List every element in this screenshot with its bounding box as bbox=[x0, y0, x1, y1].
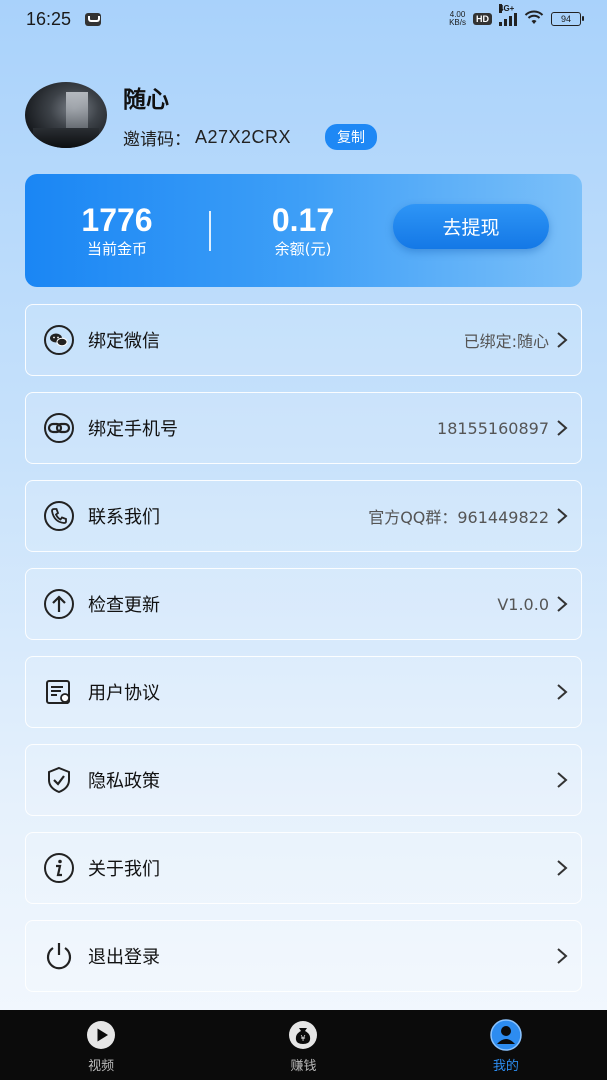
wifi-icon bbox=[524, 9, 544, 29]
chevron-right-icon bbox=[555, 331, 569, 349]
balance-label: 余额(元) bbox=[274, 240, 332, 258]
nav-label: 赚钱 bbox=[290, 1059, 317, 1074]
network-speed-unit: KB/s bbox=[449, 18, 466, 27]
menu-item-bind-phone[interactable]: 绑定手机号 18155160897 bbox=[25, 392, 582, 464]
status-bar: 16:25 4.00 KB/s HD 4G+ 94 bbox=[0, 0, 607, 38]
balance-value: 0.17 bbox=[271, 202, 335, 238]
menu-label: 绑定手机号 bbox=[88, 419, 178, 440]
menu-value: 官方QQ群：961449822 bbox=[368, 508, 549, 527]
user-icon bbox=[486, 1018, 526, 1052]
status-indicators: 4.00 KB/s HD 4G+ 94 bbox=[449, 4, 584, 29]
avatar[interactable] bbox=[25, 82, 107, 148]
link-icon bbox=[42, 411, 76, 445]
chevron-right-icon bbox=[555, 771, 569, 789]
chevron-right-icon bbox=[555, 595, 569, 613]
withdraw-button[interactable]: 去提现 bbox=[393, 204, 549, 249]
coins-label: 当前金币 bbox=[86, 240, 147, 258]
invite-code: A27X2CRX bbox=[195, 126, 292, 147]
chevron-right-icon bbox=[555, 683, 569, 701]
status-time: 16:25 bbox=[26, 8, 72, 29]
balance-stat[interactable]: 0.17 余额(元) bbox=[211, 202, 395, 259]
invite-label: 邀请码： bbox=[123, 129, 191, 150]
signal-icon: 4G+ bbox=[499, 4, 517, 26]
arrow-up-icon bbox=[42, 587, 76, 621]
menu-item-bind-wechat[interactable]: 绑定微信 已绑定:随心 bbox=[25, 304, 582, 376]
menu-label: 隐私政策 bbox=[88, 771, 160, 792]
menu-label: 关于我们 bbox=[88, 859, 160, 880]
menu-item-about-us[interactable]: 关于我们 bbox=[25, 832, 582, 904]
phone-icon bbox=[42, 499, 76, 533]
menu-value: 18155160897 bbox=[437, 418, 549, 438]
menu-item-logout[interactable]: 退出登录 bbox=[25, 920, 582, 992]
menu-label: 用户协议 bbox=[88, 683, 160, 704]
nav-item-mine[interactable]: 我的 bbox=[405, 1010, 607, 1080]
menu-label: 检查更新 bbox=[88, 595, 160, 616]
chevron-right-icon bbox=[555, 947, 569, 965]
menu-label: 联系我们 bbox=[88, 507, 160, 528]
info-icon bbox=[42, 851, 76, 885]
menu-item-contact-us[interactable]: 联系我们 官方QQ群：961449822 bbox=[25, 480, 582, 552]
menu-item-check-update[interactable]: 检查更新 V1.0.0 bbox=[25, 568, 582, 640]
chevron-right-icon bbox=[555, 507, 569, 525]
copy-button[interactable]: 复制 bbox=[325, 124, 378, 150]
invite-row: 邀请码： A27X2CRX 复制 bbox=[123, 124, 378, 150]
username: 随心 bbox=[123, 87, 169, 113]
svg-text:¥: ¥ bbox=[301, 1034, 306, 1043]
menu-value: V1.0.0 bbox=[497, 594, 549, 614]
money-bag-icon: ¥ bbox=[283, 1018, 323, 1052]
message-notification-icon bbox=[85, 12, 102, 26]
nav-label: 视频 bbox=[88, 1059, 115, 1074]
menu-value: 已绑定:随心 bbox=[463, 332, 549, 351]
wallet-card: 1776 当前金币 0.17 余额(元) 去提现 bbox=[25, 174, 582, 287]
coins-value: 1776 bbox=[81, 202, 153, 238]
chevron-right-icon bbox=[555, 859, 569, 877]
bottom-nav: 视频 ¥ 赚钱 我的 bbox=[0, 1010, 607, 1080]
nav-label: 我的 bbox=[492, 1059, 519, 1074]
profile-info: 随心 邀请码： A27X2CRX 复制 bbox=[123, 80, 378, 150]
network-type: 4G+ bbox=[499, 4, 515, 13]
document-icon bbox=[42, 675, 76, 709]
menu-label: 退出登录 bbox=[88, 947, 160, 968]
play-icon bbox=[81, 1018, 121, 1052]
menu-item-privacy-policy[interactable]: 隐私政策 bbox=[25, 744, 582, 816]
battery-icon: 94 bbox=[551, 12, 584, 26]
menu-label: 绑定微信 bbox=[88, 331, 160, 352]
menu-item-user-agreement[interactable]: 用户协议 bbox=[25, 656, 582, 728]
nav-item-earn[interactable]: ¥ 赚钱 bbox=[202, 1010, 404, 1080]
chevron-right-icon bbox=[555, 419, 569, 437]
coins-stat[interactable]: 1776 当前金币 bbox=[25, 202, 209, 259]
network-speed: 4.00 KB/s bbox=[449, 11, 466, 27]
profile-header: 随心 邀请码： A27X2CRX 复制 bbox=[25, 80, 378, 150]
shield-icon bbox=[42, 763, 76, 797]
hd-icon: HD bbox=[473, 13, 492, 25]
power-icon bbox=[42, 939, 76, 973]
nav-item-video[interactable]: 视频 bbox=[0, 1010, 202, 1080]
wechat-icon bbox=[42, 323, 76, 357]
